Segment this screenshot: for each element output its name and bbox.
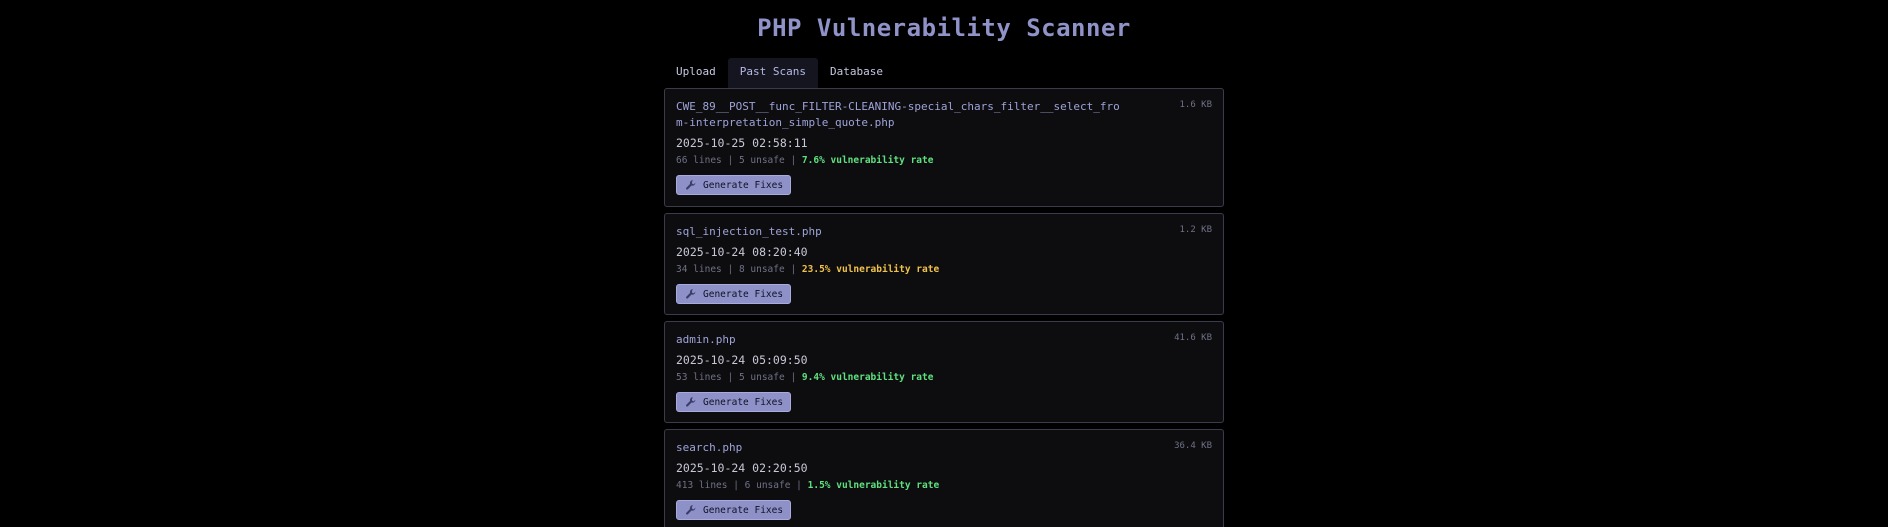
vulnerability-rate: 7.6% vulnerability rate: [801, 155, 934, 166]
scan-line-count: 53 lines: [676, 372, 722, 383]
generate-fixes-button[interactable]: Generate Fixes: [676, 284, 792, 304]
separator: |: [790, 264, 802, 275]
scan-unsafe-count: 5 unsafe: [738, 372, 785, 383]
separator: |: [727, 264, 739, 275]
wrench-icon: [686, 397, 696, 407]
scan-date: 2025-10-24 08:20:40: [676, 245, 808, 259]
scan-file-size: 1.6 KB: [1179, 100, 1212, 110]
generate-fixes-label: Generate Fixes: [703, 504, 784, 516]
scan-unsafe-count: 6 unsafe: [744, 480, 791, 491]
scan-stats: 66 lines | 5 unsafe | 7.6% vulnerability…: [676, 154, 1212, 168]
wrench-icon: [686, 289, 696, 299]
scan-stats: 53 lines | 5 unsafe | 9.4% vulnerability…: [676, 371, 1212, 385]
separator: |: [796, 480, 808, 491]
scan-filename[interactable]: search.php: [676, 440, 1126, 456]
scan-card: CWE_89__POST__func_FILTER-CLEANING-speci…: [664, 88, 1224, 207]
scan-stats: 413 lines | 6 unsafe | 1.5% vulnerabilit…: [676, 479, 1212, 493]
wrench-icon: [686, 180, 696, 190]
wrench-icon: [686, 505, 696, 515]
scan-file-size: 41.6 KB: [1174, 333, 1212, 343]
generate-fixes-button[interactable]: Generate Fixes: [676, 392, 792, 412]
generate-fixes-label: Generate Fixes: [703, 179, 784, 191]
scan-date: 2025-10-24 05:09:50: [676, 353, 808, 367]
scan-card: admin.php 41.6 KB 2025-10-24 05:09:50 53…: [664, 321, 1224, 423]
scan-card: sql_injection_test.php 1.2 KB 2025-10-24…: [664, 213, 1224, 315]
scan-line-count: 66 lines: [676, 155, 722, 166]
scan-stats: 34 lines | 8 unsafe | 23.5% vulnerabilit…: [676, 263, 1212, 277]
separator: |: [727, 155, 739, 166]
generate-fixes-label: Generate Fixes: [703, 396, 784, 408]
generate-fixes-button[interactable]: Generate Fixes: [676, 500, 792, 520]
scan-date: 2025-10-24 02:20:50: [676, 461, 808, 475]
separator: |: [727, 372, 739, 383]
tab-past-scans[interactable]: Past Scans: [727, 58, 818, 88]
scan-file-size: 36.4 KB: [1174, 441, 1212, 451]
separator: |: [790, 372, 802, 383]
separator: |: [790, 155, 802, 166]
scan-list: CWE_89__POST__func_FILTER-CLEANING-speci…: [664, 88, 1224, 527]
scan-filename[interactable]: CWE_89__POST__func_FILTER-CLEANING-speci…: [676, 99, 1126, 131]
tab-database[interactable]: Database: [818, 58, 895, 88]
scan-card: search.php 36.4 KB 2025-10-24 02:20:50 4…: [664, 429, 1224, 527]
scan-line-count: 413 lines: [676, 480, 728, 491]
scan-unsafe-count: 8 unsafe: [738, 264, 785, 275]
scan-filename[interactable]: admin.php: [676, 332, 1126, 348]
page-title: PHP Vulnerability Scanner: [757, 14, 1131, 42]
tab-bar: Upload Past Scans Database: [664, 58, 895, 88]
separator: |: [733, 480, 745, 491]
scan-line-count: 34 lines: [676, 264, 722, 275]
scan-filename[interactable]: sql_injection_test.php: [676, 224, 1126, 240]
vulnerability-rate: 9.4% vulnerability rate: [801, 372, 934, 383]
generate-fixes-button[interactable]: Generate Fixes: [676, 175, 792, 195]
generate-fixes-label: Generate Fixes: [703, 288, 784, 300]
vulnerability-rate: 1.5% vulnerability rate: [807, 480, 940, 491]
tab-upload[interactable]: Upload: [664, 58, 728, 88]
vulnerability-rate: 23.5% vulnerability rate: [801, 264, 940, 275]
scan-date: 2025-10-25 02:58:11: [676, 136, 808, 150]
app-root: PHP Vulnerability Scanner Upload Past Sc…: [0, 0, 1888, 527]
scan-unsafe-count: 5 unsafe: [738, 155, 785, 166]
scan-file-size: 1.2 KB: [1179, 225, 1212, 235]
